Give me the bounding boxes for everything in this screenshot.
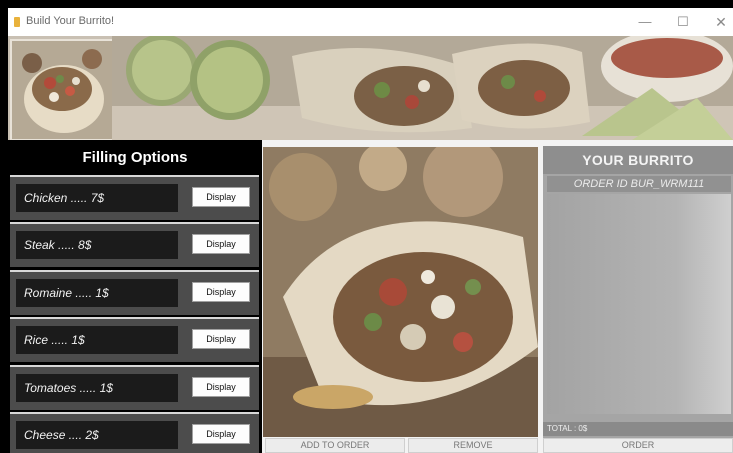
filling-option-label: Rice ..... 1$ (16, 326, 178, 354)
close-icon[interactable]: ✕ (702, 8, 733, 36)
remove-button[interactable]: REMOVE (408, 438, 538, 453)
order-total: TOTAL : 0$ (543, 422, 733, 436)
filling-option-label: Steak ..... 8$ (16, 231, 178, 259)
order-id-label: ORDER ID BUR_WRM111 (547, 176, 731, 192)
add-to-order-button[interactable]: ADD TO ORDER (265, 438, 405, 453)
minimize-icon[interactable]: — (626, 8, 664, 36)
filling-option-rice: Rice ..... 1$ Display (10, 317, 259, 362)
burrito-preview-image (263, 147, 538, 437)
filling-options-heading: Filling Options (82, 149, 188, 166)
display-button-rice[interactable]: Display (192, 329, 250, 349)
filling-option-steak: Steak ..... 8$ Display (10, 222, 259, 267)
display-button-cheese[interactable]: Display (192, 424, 250, 444)
filling-option-label: Romaine ..... 1$ (16, 279, 178, 307)
maximize-icon[interactable]: ☐ (664, 8, 702, 36)
filling-option-label: Tomatoes ..... 1$ (16, 374, 178, 402)
order-button[interactable]: ORDER (543, 438, 733, 453)
window-title: Build Your Burrito! (26, 15, 115, 27)
filling-option-chicken: Chicken ..... 7$ Display (10, 175, 259, 220)
display-button-steak[interactable]: Display (192, 234, 250, 254)
display-button-tomatoes[interactable]: Display (192, 377, 250, 397)
burrito-thumbnail-image (10, 39, 114, 140)
filling-option-romaine: Romaine ..... 1$ Display (10, 270, 259, 315)
filling-option-label: Chicken ..... 7$ (16, 184, 178, 212)
app-icon (14, 17, 20, 27)
header-banner (8, 36, 733, 140)
app-window: Build Your Burrito! — ☐ ✕ Filling Option… (0, 0, 733, 453)
filling-option-label: Cheese .... 2$ (16, 421, 178, 449)
filling-option-cheese: Cheese .... 2$ Display (10, 412, 259, 453)
order-items-list[interactable] (547, 194, 731, 414)
filling-options-panel: Filling Options Chicken ..... 7$ Display… (8, 140, 262, 453)
filling-option-tomatoes: Tomatoes ..... 1$ Display (10, 365, 259, 410)
frame-top (0, 0, 733, 8)
your-burrito-panel: YOUR BURRITO ORDER ID BUR_WRM111 TOTAL :… (543, 146, 733, 453)
display-button-chicken[interactable]: Display (192, 187, 250, 207)
your-burrito-heading: YOUR BURRITO (543, 146, 733, 174)
banner-photo (112, 36, 733, 140)
display-button-romaine[interactable]: Display (192, 282, 250, 302)
frame-left (0, 0, 8, 453)
title-bar[interactable]: Build Your Burrito! — ☐ ✕ (8, 8, 733, 36)
